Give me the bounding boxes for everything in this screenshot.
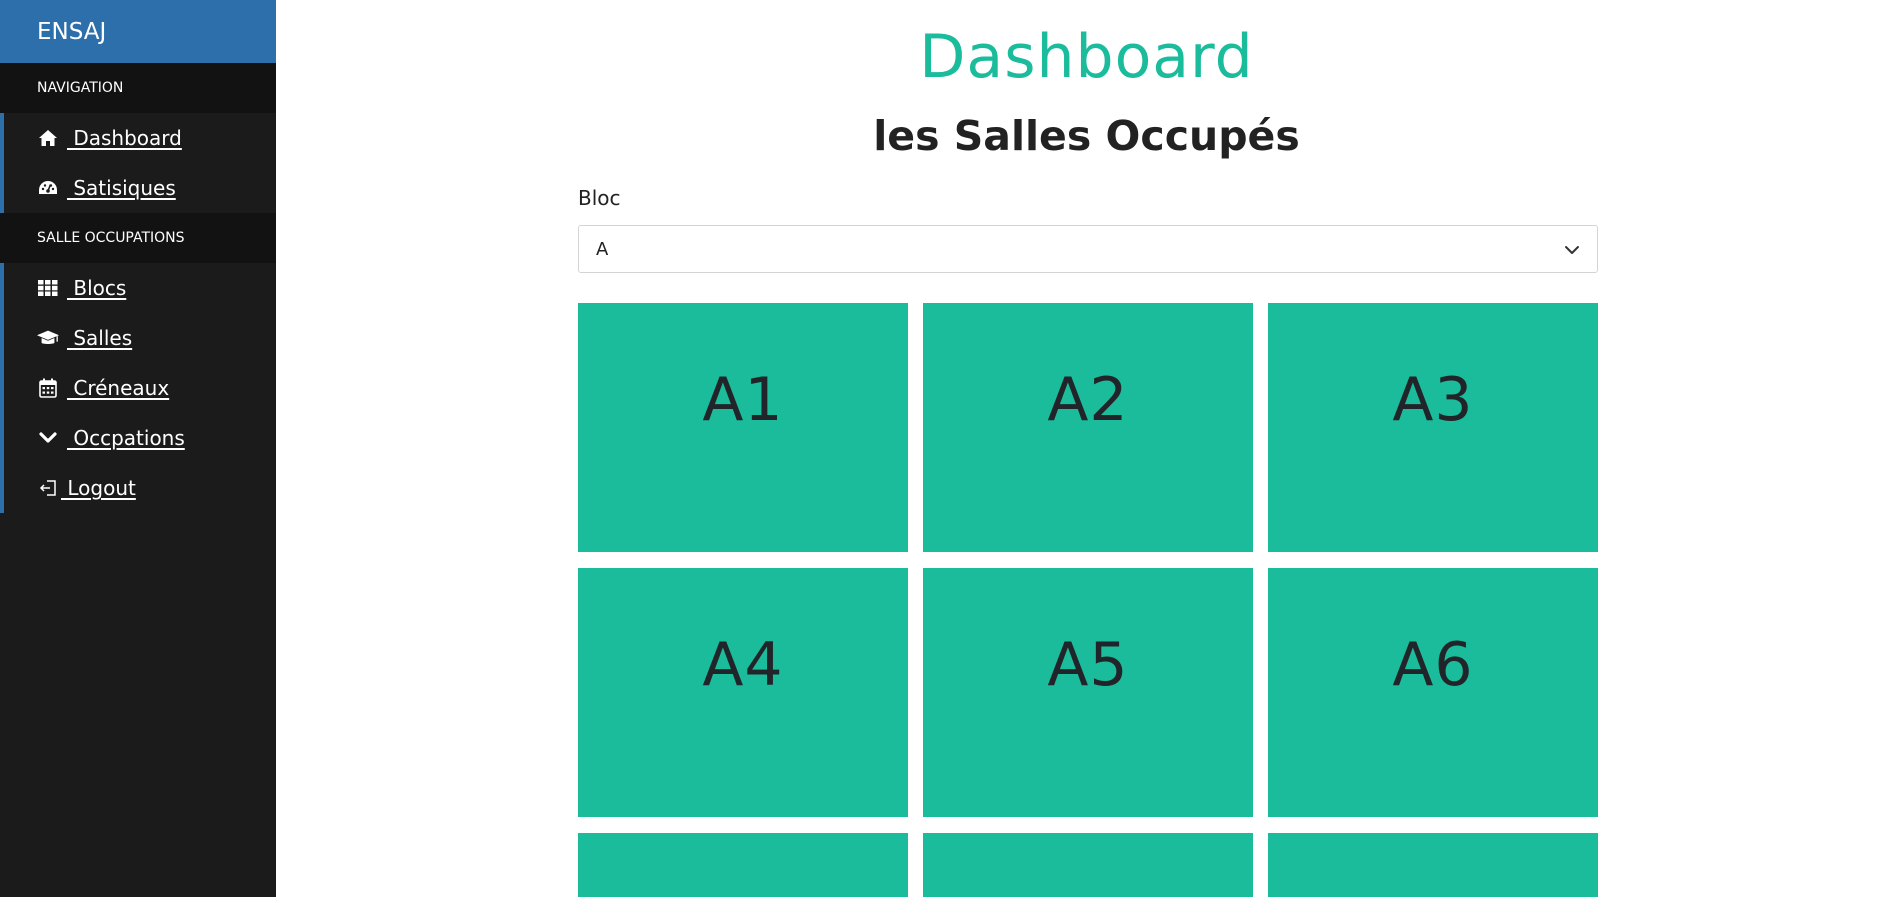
salle-tile[interactable]: A3 xyxy=(1268,303,1598,552)
dashboard-gauge-icon xyxy=(37,177,59,199)
salle-tile-label: A4 xyxy=(702,630,784,700)
sidebar-item-label: Satisiques xyxy=(67,176,176,200)
sidebar-item-label: Dashboard xyxy=(67,126,182,150)
salle-tile[interactable]: A4 xyxy=(578,568,908,817)
sidebar-item-label: Créneaux xyxy=(67,376,170,400)
sidebar-item-label: Blocs xyxy=(67,276,127,300)
salle-tile[interactable]: A6 xyxy=(1268,568,1598,817)
logout-icon xyxy=(37,477,59,499)
sidebar-item-label: Occpations xyxy=(67,426,185,450)
sidebar-item-label: Salles xyxy=(67,326,133,350)
salle-tile-label: A2 xyxy=(1047,365,1129,435)
salle-tile[interactable]: A1 xyxy=(578,303,908,552)
sidebar-item-statistiques[interactable]: Satisiques xyxy=(0,163,276,213)
graduation-cap-icon xyxy=(37,327,59,349)
bloc-select[interactable]: A xyxy=(578,225,1598,273)
salle-tile[interactable]: A2 xyxy=(923,303,1253,552)
section-header-navigation: NAVIGATION xyxy=(0,63,276,113)
app-layout: ENSAJ NAVIGATION Dashboard Satisiques SA… xyxy=(0,0,1897,897)
salle-tile[interactable]: A5 xyxy=(923,568,1253,817)
brand-title[interactable]: ENSAJ xyxy=(0,0,276,63)
salle-tile-label: A6 xyxy=(1392,630,1474,700)
sidebar-item-occupations[interactable]: Occpations xyxy=(0,413,276,463)
salle-tile[interactable] xyxy=(1268,833,1598,897)
salle-tile-label: A1 xyxy=(702,365,784,435)
salle-tile[interactable] xyxy=(923,833,1253,897)
sidebar-item-creneaux[interactable]: Créneaux xyxy=(0,363,276,413)
grid-icon xyxy=(37,277,59,299)
sidebar-item-logout[interactable]: Logout xyxy=(0,463,276,513)
calendar-icon xyxy=(37,377,59,399)
sidebar-item-label: Logout xyxy=(61,476,136,500)
salle-tile-label: A5 xyxy=(1047,630,1129,700)
sidebar-item-blocs[interactable]: Blocs xyxy=(0,263,276,313)
chevron-down-icon xyxy=(1565,246,1579,254)
page-title: Dashboard xyxy=(919,22,1254,92)
home-icon xyxy=(37,127,59,149)
bloc-select-label: Bloc xyxy=(578,186,621,210)
section-header-salle-occupations: SALLE OCCUPATIONS xyxy=(0,213,276,263)
page-subtitle: les Salles Occupés xyxy=(873,112,1300,160)
salle-tile-label: A3 xyxy=(1392,365,1474,435)
main-content: Dashboard les Salles Occupés Bloc A A1 A… xyxy=(276,0,1897,897)
sidebar-item-salles[interactable]: Salles xyxy=(0,313,276,363)
sidebar: ENSAJ NAVIGATION Dashboard Satisiques SA… xyxy=(0,0,276,897)
bloc-select-value: A xyxy=(596,238,609,260)
chevron-down-icon xyxy=(37,427,59,449)
salle-tile[interactable] xyxy=(578,833,908,897)
sidebar-item-dashboard[interactable]: Dashboard xyxy=(0,113,276,163)
